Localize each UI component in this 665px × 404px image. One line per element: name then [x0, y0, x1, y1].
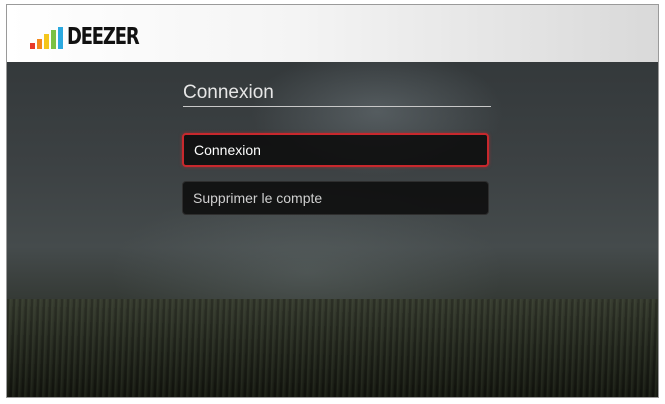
deezer-logo: DEEZER — [30, 19, 159, 49]
menu-item-connexion[interactable]: Connexion — [182, 133, 489, 167]
menu-item-delete-account[interactable]: Supprimer le compte — [182, 181, 489, 215]
menu-item-label: Supprimer le compte — [193, 190, 323, 206]
equalizer-logo-icon — [30, 27, 65, 49]
logo-bar — [44, 34, 49, 49]
header-bar: DEEZER — [7, 5, 658, 62]
title-divider — [183, 106, 491, 107]
grass-field — [7, 299, 658, 397]
logo-bar — [51, 30, 56, 49]
menu-item-label: Connexion — [194, 142, 261, 158]
page-title: Connexion — [183, 82, 274, 103]
logo-bar — [37, 39, 42, 49]
logo-bar — [58, 27, 63, 49]
tv-screen: DEEZER Connexion Connexion Supprimer le … — [6, 4, 659, 398]
logo-bar — [30, 43, 35, 49]
background-scene — [7, 62, 658, 397]
logo-text: DEEZER — [67, 24, 140, 50]
